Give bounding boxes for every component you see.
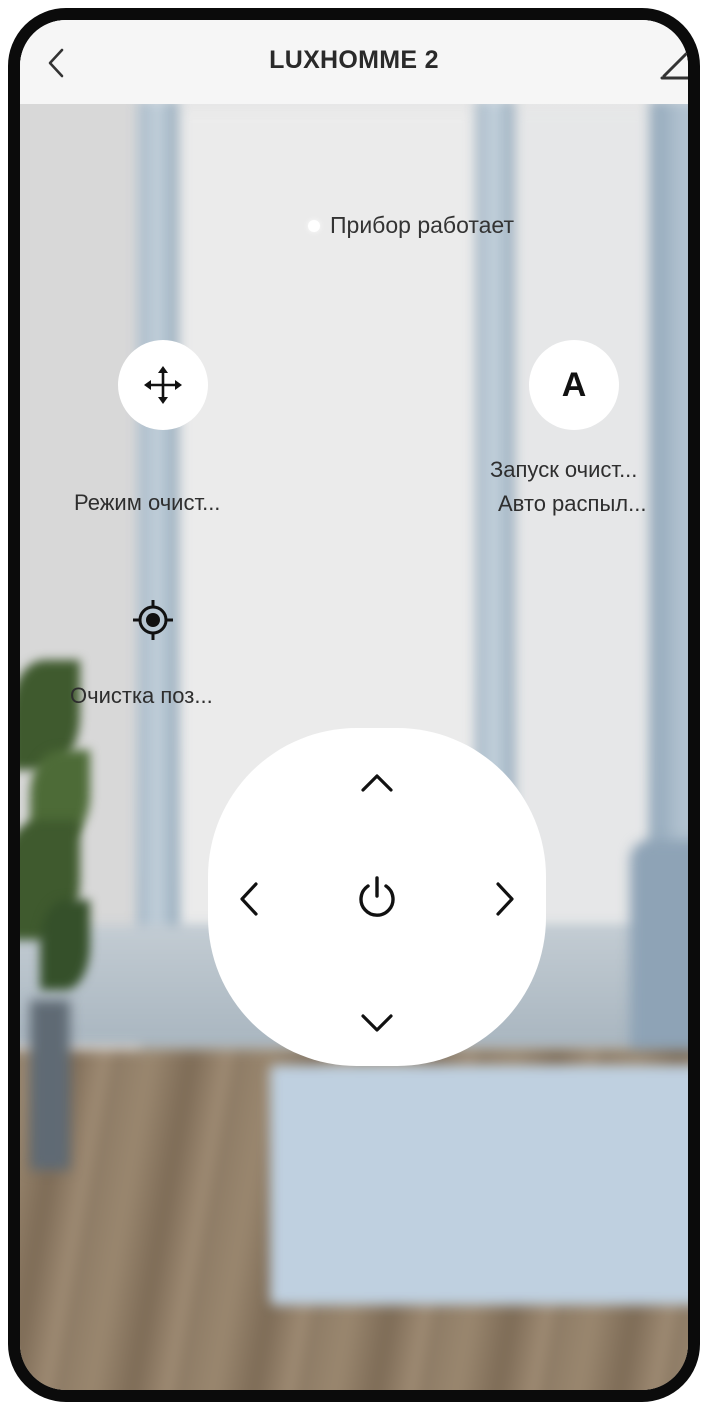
direction-pad — [208, 728, 546, 1066]
target-icon — [133, 600, 173, 640]
power-icon — [359, 876, 395, 917]
auto-label-start: Запуск очист... — [490, 457, 638, 482]
spot-cleaning-label: Очистка поз... — [70, 683, 213, 708]
auto-label-spray: Авто распыл... — [498, 491, 647, 516]
move-up-button[interactable] — [349, 754, 405, 810]
auto-button[interactable]: A — [529, 340, 619, 430]
chevron-down-icon — [361, 1014, 393, 1032]
cleaning-mode-label: Режим очист... — [74, 490, 221, 515]
cleaning-mode-button[interactable] — [118, 340, 208, 430]
spot-cleaning-button[interactable] — [131, 598, 175, 642]
chevron-up-icon — [361, 774, 393, 792]
move-arrows-icon — [144, 366, 182, 404]
status-dot — [308, 219, 320, 232]
edit-button[interactable] — [660, 46, 688, 80]
power-button[interactable] — [347, 867, 407, 927]
edit-pencil-icon — [660, 52, 688, 80]
move-right-button[interactable] — [477, 871, 533, 927]
page-title: LUXHOMME 2 — [269, 46, 439, 74]
chevron-right-icon — [496, 882, 514, 916]
phone-frame: LUXHOMME 2 Прибор работает Режим очист..… — [8, 8, 700, 1402]
move-down-button[interactable] — [349, 996, 405, 1052]
chevron-left-icon — [240, 882, 258, 916]
status-text: Прибор работает — [330, 212, 514, 238]
auto-letter-icon: A — [561, 366, 587, 404]
device-status: Прибор работает — [308, 212, 514, 239]
move-left-button[interactable] — [221, 871, 277, 927]
app-header: LUXHOMME 2 — [20, 20, 688, 104]
